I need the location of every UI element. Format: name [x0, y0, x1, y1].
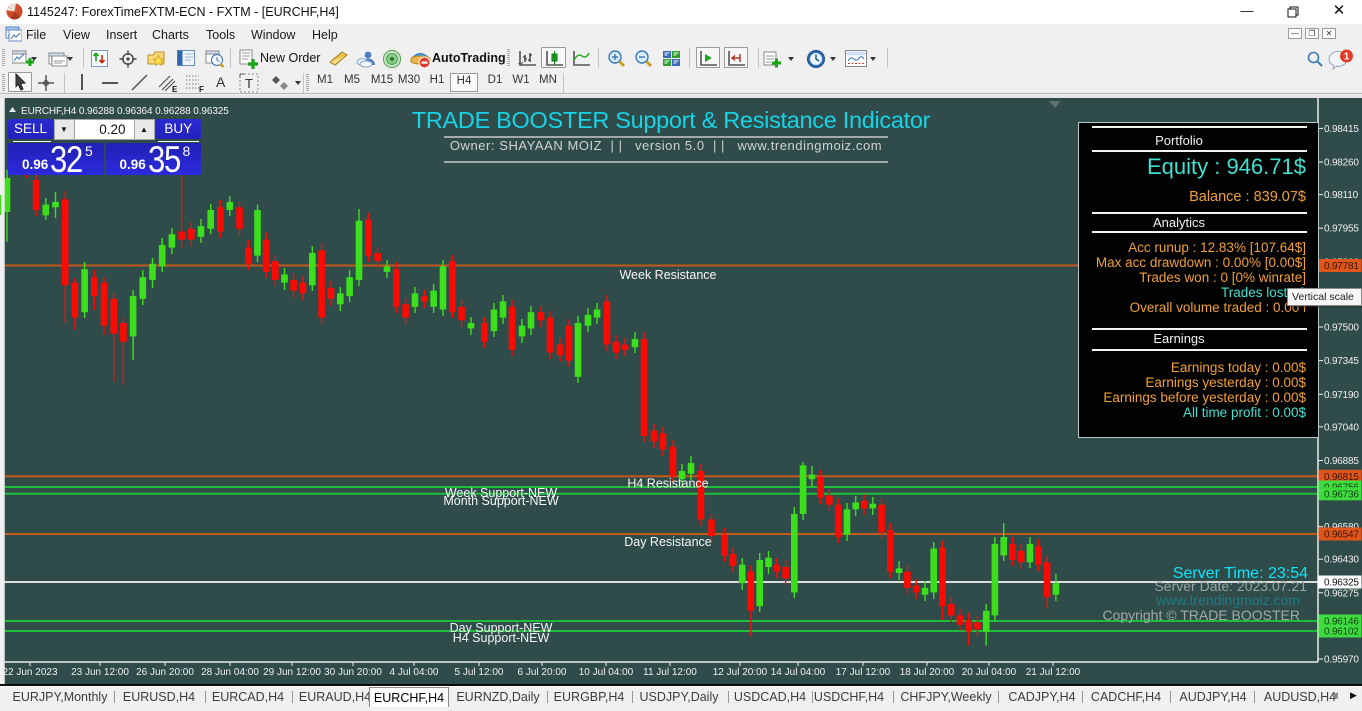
svg-text:0.97500: 0.97500	[1324, 323, 1359, 334]
svg-text:0.98260: 0.98260	[1324, 158, 1359, 169]
svg-text:0.96430: 0.96430	[1324, 555, 1359, 566]
svg-text:H4 Support-NEW: H4 Support-NEW	[453, 631, 550, 645]
svg-text:0.97190: 0.97190	[1324, 390, 1359, 401]
svg-text:F: F	[199, 85, 204, 93]
svg-text:4 Jul 04:00: 4 Jul 04:00	[390, 667, 439, 678]
svg-text:T: T	[245, 76, 253, 91]
svg-text:14 Jul 04:00: 14 Jul 04:00	[771, 667, 826, 678]
svg-text:29 Jun 12:00: 29 Jun 12:00	[263, 667, 321, 678]
svg-text:5 Jul 12:00: 5 Jul 12:00	[455, 667, 504, 678]
svg-text:30 Jun 20:00: 30 Jun 20:00	[324, 667, 382, 678]
svg-text:Owner: SHAYAAN MOIZ | | ver: Owner: SHAYAAN MOIZ | | version 5.0 | | …	[450, 138, 882, 153]
svg-text:26 Jun 20:00: 26 Jun 20:00	[136, 667, 194, 678]
svg-text:Copyright © TRADE BOOSTER: Copyright © TRADE BOOSTER	[1102, 607, 1300, 623]
svg-text:EURCHF,H4 0.96288 0.96364 0.9: EURCHF,H4 0.96288 0.96364 0.96288 0.9632…	[21, 106, 229, 117]
svg-text:E: E	[172, 85, 178, 93]
svg-text:17 Jul 12:00: 17 Jul 12:00	[836, 667, 891, 678]
svg-text:23 Jun 12:00: 23 Jun 12:00	[71, 667, 129, 678]
svg-text:Month Support-NEW: Month Support-NEW	[443, 494, 559, 508]
svg-text:0.98110: 0.98110	[1324, 190, 1359, 201]
svg-text:0.98415: 0.98415	[1324, 124, 1359, 135]
svg-text:0.97040: 0.97040	[1324, 422, 1359, 433]
svg-text:18 Jul 20:00: 18 Jul 20:00	[900, 667, 955, 678]
svg-text:12 Jul 20:00: 12 Jul 20:00	[713, 667, 768, 678]
svg-text:Week Resistance: Week Resistance	[619, 268, 716, 282]
svg-text:0.96275: 0.96275	[1324, 588, 1359, 599]
svg-text:0.96547: 0.96547	[1324, 530, 1359, 541]
svg-text:TRADE BOOSTER Support & Resist: TRADE BOOSTER Support & Resistance Indic…	[412, 107, 931, 133]
svg-text:28 Jun 04:00: 28 Jun 04:00	[201, 667, 259, 678]
svg-text:Day Resistance: Day Resistance	[624, 535, 712, 549]
svg-text:11 Jul 12:00: 11 Jul 12:00	[643, 667, 697, 678]
svg-text:0.96102: 0.96102	[1324, 627, 1359, 638]
svg-text:H4 Resistance: H4 Resistance	[627, 477, 708, 491]
svg-text:22 Jun 2023: 22 Jun 2023	[2, 667, 57, 678]
svg-text:10 Jul 04:00: 10 Jul 04:00	[579, 667, 634, 678]
svg-text:0.95970: 0.95970	[1324, 655, 1359, 666]
svg-text:0.96885: 0.96885	[1324, 456, 1359, 467]
svg-text:0.96736: 0.96736	[1324, 489, 1359, 500]
svg-text:0.97955: 0.97955	[1324, 224, 1359, 235]
svg-text:6 Jul 20:00: 6 Jul 20:00	[518, 667, 567, 678]
svg-text:0.96325: 0.96325	[1324, 578, 1359, 589]
svg-text:21 Jul 12:00: 21 Jul 12:00	[1026, 667, 1081, 678]
svg-text:0.97345: 0.97345	[1324, 356, 1359, 367]
svg-text:1: 1	[1344, 52, 1350, 63]
svg-text:20 Jul 04:00: 20 Jul 04:00	[962, 667, 1017, 678]
svg-text:0.97781: 0.97781	[1324, 261, 1359, 272]
svg-text:www.trendingmoiz.com: www.trendingmoiz.com	[1155, 592, 1300, 608]
